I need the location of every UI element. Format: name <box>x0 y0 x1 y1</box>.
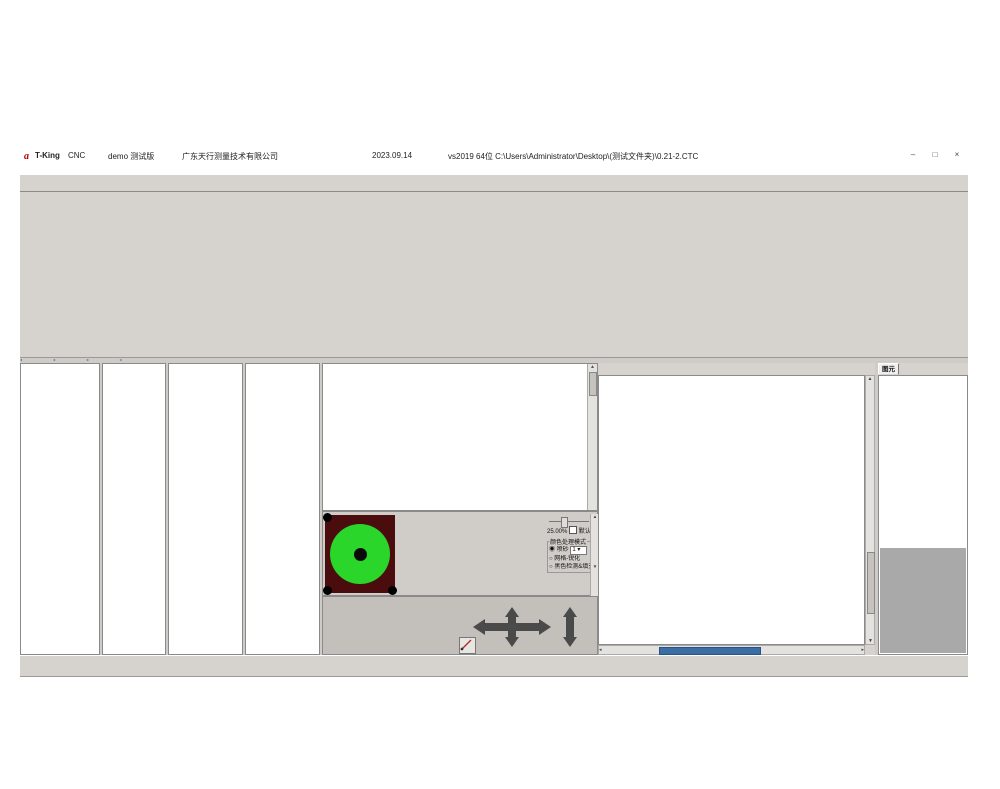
minimize-button[interactable]: – <box>902 150 924 162</box>
table-tabs <box>598 363 875 375</box>
coordinate-readout <box>322 596 598 655</box>
feature-list-3 <box>168 363 243 655</box>
close-button[interactable]: × <box>946 150 968 162</box>
elements-grid <box>878 375 968 655</box>
ring-light-circle[interactable] <box>330 524 390 584</box>
default-mode-checkbox[interactable] <box>569 526 577 534</box>
page: a T-King CNC demo 测试版 广东天行测量技术有限公司 2023.… <box>0 0 1000 789</box>
color-mode-group: 颜色处理模式 ◉ 喷砂 1 ▾ ○ 网格-锐化 ○ 黑色检测&填充 <box>547 537 596 573</box>
tab-elements[interactable]: 图元 <box>878 363 899 375</box>
light-options: 25.00% 默认当前模式 颜色处理模式 ◉ 喷砂 1 ▾ ○ 网格-锐化 ○ … <box>547 514 591 594</box>
feature-list-2 <box>102 363 166 655</box>
measurement-table-panel: ▲▼ ◂▸ <box>598 363 875 655</box>
master-light-slider[interactable] <box>549 516 589 526</box>
table-vscrollbar[interactable]: ▲▼ <box>865 375 875 645</box>
title-date: 2023.09.14 <box>372 151 412 160</box>
measurement-grid <box>598 375 865 645</box>
company-name: 广东天行测量技术有限公司 <box>182 151 278 162</box>
feature-list-1 <box>20 363 100 655</box>
elements-grid-footer <box>880 548 966 653</box>
app-icon: a <box>24 151 29 162</box>
status-bar <box>20 655 968 676</box>
work-area: ▲ 25.00% 默认当前模式 颜色处理模式 ◉ 喷砂 1 ▾ <box>20 363 968 655</box>
radio-option-1[interactable]: ◉ 喷砂 1 ▾ <box>549 546 594 555</box>
xy-jog-arrows[interactable] <box>473 607 551 652</box>
light-control-panel: 25.00% 默认当前模式 颜色处理模式 ◉ 喷砂 1 ▾ ○ 网格-锐化 ○ … <box>322 511 598 596</box>
palette-scrollbar[interactable]: ▲ <box>587 364 597 510</box>
app-window: a T-King CNC demo 测试版 广东天行测量技术有限公司 2023.… <box>20 150 968 677</box>
ring-light-preview[interactable] <box>325 515 395 593</box>
maximize-button[interactable]: □ <box>924 150 946 162</box>
toolbar <box>20 175 968 192</box>
tool-palette: ▲ <box>322 363 598 511</box>
master-light-value: 25.00% <box>547 529 567 535</box>
app-name: T-King <box>35 151 60 160</box>
title-path: vs2019 64位 C:\Users\Administrator\Deskto… <box>448 151 698 162</box>
app-version: demo 测试版 <box>108 151 154 162</box>
title-bar: a T-King CNC demo 测试版 广东天行测量技术有限公司 2023.… <box>20 150 968 163</box>
color-mode-group-label: 颜色处理模式 <box>549 537 587 546</box>
radio-option-3[interactable]: ○ 网格-锐化 <box>549 555 594 563</box>
mode-combo[interactable]: 1 ▾ <box>570 546 587 555</box>
camera-grid <box>20 192 968 357</box>
z-jog-arrows[interactable] <box>561 607 579 652</box>
elements-panel: 图元 <box>878 363 968 655</box>
feature-list-4 <box>245 363 320 655</box>
table-hscrollbar[interactable]: ◂▸ <box>598 645 865 655</box>
radio-option-4[interactable]: ○ 黑色检测&填充 <box>549 563 594 571</box>
app-sub: CNC <box>68 151 85 160</box>
